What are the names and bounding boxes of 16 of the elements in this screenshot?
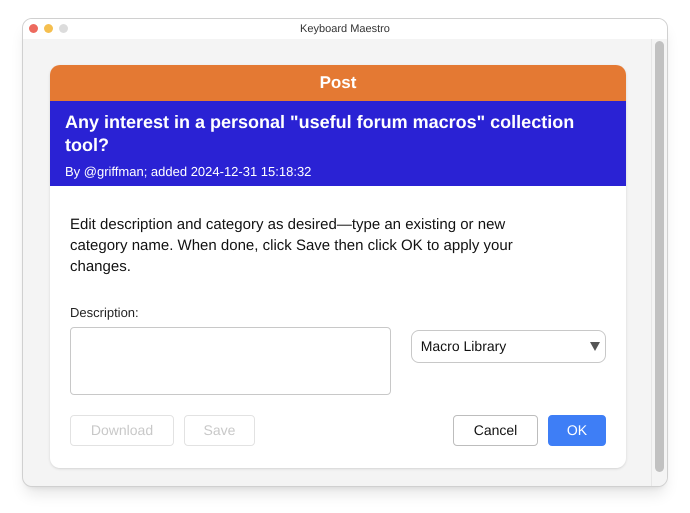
- scrollbar-thumb[interactable]: [655, 41, 664, 472]
- close-button[interactable]: [29, 24, 38, 33]
- window-title: Keyboard Maestro: [300, 22, 390, 37]
- scrollbar[interactable]: [651, 39, 667, 486]
- post-title: Any interest in a personal "useful forum macros" collection tool?: [65, 111, 576, 157]
- dialog-button[interactable]: Cancel: [453, 414, 538, 446]
- description-field[interactable]: [70, 326, 391, 394]
- header-title: Post: [320, 72, 356, 94]
- dropdown-caret-icon: [590, 341, 600, 351]
- dialog-button[interactable]: OK: [548, 414, 606, 446]
- description-label: Description:: [70, 304, 140, 322]
- minimize-button[interactable]: [44, 24, 53, 33]
- post-byline: By @griffman; added 2024-12-31 15:18:32: [65, 163, 312, 181]
- zoom-button[interactable]: [59, 24, 68, 33]
- instructions-text: Edit description and category as desired—type an existing or new category name. When done, click Save then click OK to apply your changes.: [70, 215, 514, 277]
- category-dropdown[interactable]: Macro Library: [410, 330, 606, 362]
